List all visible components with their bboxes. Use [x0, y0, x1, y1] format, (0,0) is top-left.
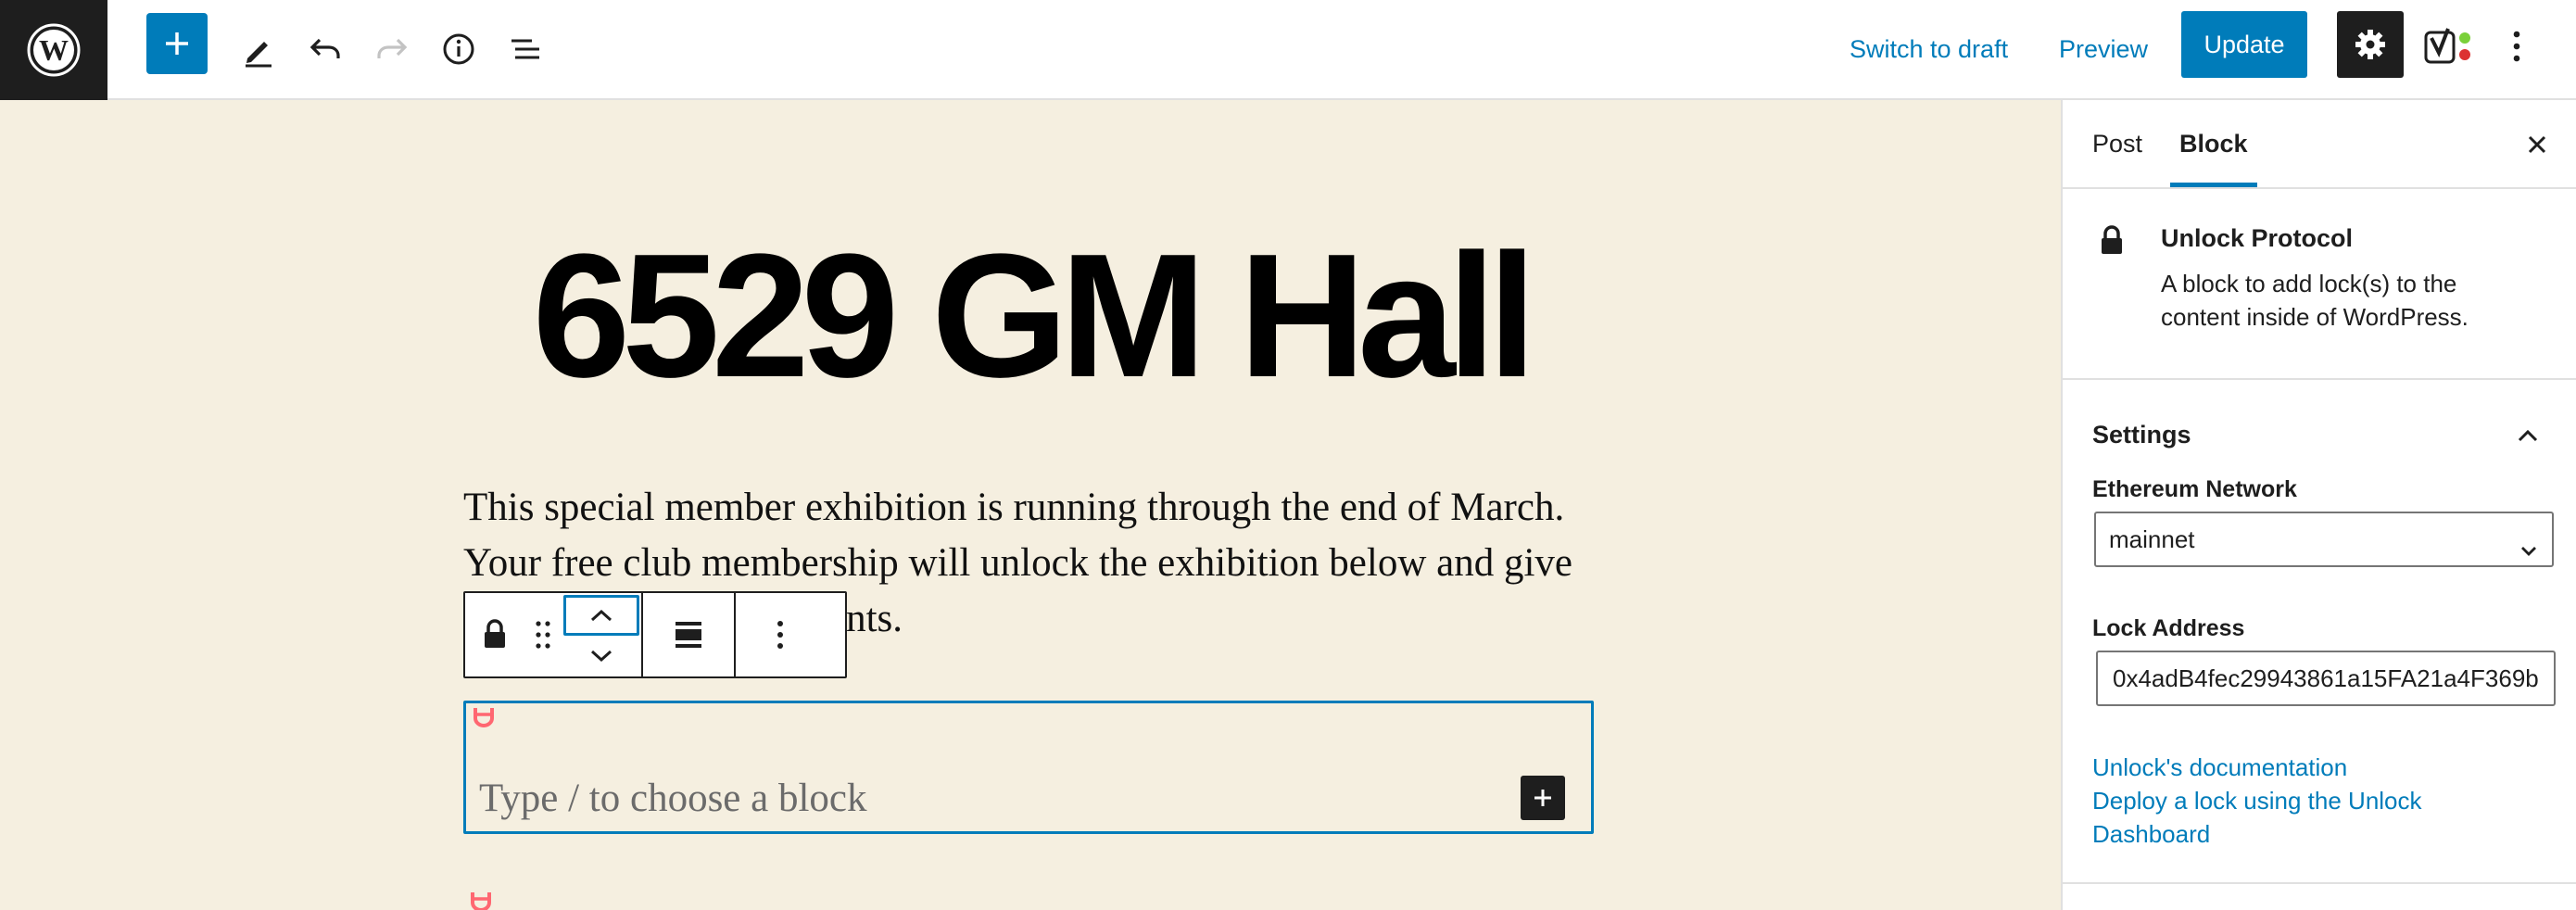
drag-handle-icon	[536, 621, 550, 649]
options-button[interactable]	[2483, 13, 2550, 80]
unlock-documentation-link[interactable]: Unlock's documentation	[2092, 751, 2347, 784]
preview-button[interactable]: Preview	[2059, 28, 2148, 70]
ethereum-network-value: mainnet	[2109, 525, 2195, 553]
plus-icon	[166, 32, 188, 55]
svg-text:W: W	[39, 33, 69, 67]
redo-icon	[377, 38, 408, 58]
unlock-protocol-block[interactable]: Type / to choose a block	[463, 701, 1594, 834]
tab-block[interactable]: Block	[2170, 100, 2257, 187]
yoast-seo-button[interactable]	[2417, 13, 2483, 80]
align-button[interactable]	[643, 593, 736, 676]
wordpress-logo-icon[interactable]: W	[0, 0, 107, 100]
gear-icon	[2355, 30, 2385, 59]
block-toolbar-parent-group	[465, 593, 643, 676]
lock-address-label: Lock Address	[2092, 615, 2245, 641]
block-mover	[562, 593, 639, 676]
block-card: Unlock Protocol A block to add lock(s) t…	[2063, 189, 2576, 380]
inline-add-block-button[interactable]	[1521, 776, 1565, 820]
move-up-button[interactable]	[563, 595, 639, 636]
pencil-icon	[246, 42, 271, 68]
chevron-down-icon	[2519, 526, 2539, 578]
add-block-button[interactable]	[146, 13, 208, 74]
lock-address-input[interactable]: 0x4adB4fec29943861a15FA21a4F369b	[2096, 651, 2556, 706]
info-icon	[443, 33, 474, 65]
tools-button[interactable]	[222, 13, 295, 85]
lock-icon	[485, 619, 505, 648]
details-button[interactable]	[423, 13, 495, 85]
plus-icon	[1534, 790, 1551, 806]
unlock-logo-icon	[472, 705, 496, 734]
panel-divider	[2063, 882, 2576, 884]
more-vertical-icon	[2513, 31, 2520, 62]
block-card-title: Unlock Protocol	[2161, 224, 2354, 252]
list-view-button[interactable]	[489, 13, 562, 85]
chevron-up-icon	[2518, 429, 2538, 442]
chevron-up-icon	[590, 609, 612, 622]
lock-icon	[2098, 224, 2126, 262]
list-view-icon	[511, 39, 539, 59]
deploy-lock-link-continued[interactable]: Dashboard	[2092, 817, 2210, 851]
ethereum-network-select[interactable]: mainnet	[2094, 512, 2554, 567]
more-vertical-icon	[777, 621, 783, 649]
editor-canvas: 6529 GM Hall This special member exhibit…	[0, 100, 2061, 910]
tab-post[interactable]: Post	[2092, 100, 2142, 187]
update-button[interactable]: Update	[2181, 11, 2307, 78]
block-options-button[interactable]	[736, 593, 825, 676]
settings-sidebar: Post Block Unlock Protocol A block to ad…	[2061, 100, 2576, 910]
undo-button[interactable]	[289, 13, 361, 85]
chevron-down-icon	[590, 650, 612, 663]
settings-button[interactable]	[2337, 11, 2404, 78]
move-down-button[interactable]	[563, 638, 639, 675]
collapse-settings-button[interactable]	[2507, 417, 2548, 454]
block-toolbar	[463, 591, 847, 678]
post-title[interactable]: 6529 GM Hall	[0, 228, 2061, 404]
drag-handle[interactable]	[524, 593, 562, 676]
unlock-logo-icon	[469, 890, 493, 910]
block-type-button[interactable]	[465, 593, 524, 676]
editor-header: W Switch to draft Preview Update	[0, 0, 2576, 100]
undo-icon	[309, 38, 340, 58]
ethereum-network-label: Ethereum Network	[2092, 476, 2297, 502]
yoast-icon	[2424, 28, 2470, 64]
block-card-description: A block to add lock(s) to the content in…	[2161, 270, 2469, 331]
block-appender-placeholder[interactable]: Type / to choose a block	[479, 776, 867, 821]
close-sidebar-button[interactable]	[2517, 124, 2557, 165]
sidebar-tabs: Post Block	[2063, 100, 2576, 189]
deploy-lock-link[interactable]: Deploy a lock using the Unlock	[2092, 784, 2422, 817]
align-icon	[676, 622, 701, 648]
settings-panel-toggle[interactable]: Settings	[2092, 421, 2191, 449]
redo-button[interactable]	[356, 13, 428, 85]
close-icon	[2528, 135, 2546, 154]
switch-to-draft-button[interactable]: Switch to draft	[1850, 28, 2008, 70]
